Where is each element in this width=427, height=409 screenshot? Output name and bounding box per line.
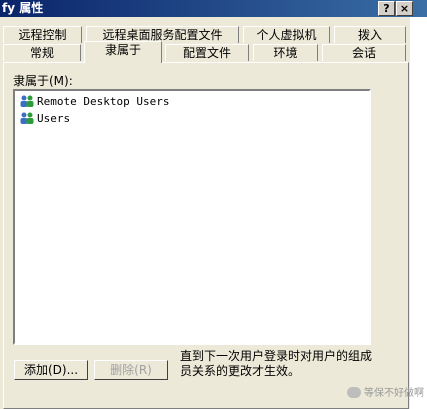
remove-button[interactable]: 删除(R): [94, 360, 168, 380]
membership-note: 直到下一次用户登录时对用户的组成员关系的更改才生效。: [180, 349, 373, 378]
member-of-label: 隶属于(M):: [13, 74, 73, 88]
help-button[interactable]: ?: [378, 1, 395, 16]
watermark: 等保不好做啊: [347, 384, 424, 399]
list-item[interactable]: Remote Desktop Users: [19, 94, 169, 110]
watermark-text: 等保不好做啊: [364, 388, 424, 399]
add-button[interactable]: 添加(D)...: [14, 360, 88, 380]
tab-remote-control[interactable]: 远程控制: [3, 26, 82, 43]
tab-personal-vm[interactable]: 个人虚拟机: [243, 26, 330, 43]
list-item[interactable]: Users: [19, 111, 70, 127]
tab-profile[interactable]: 配置文件: [165, 44, 249, 61]
properties-window: fy 属性 ? × 远程控制 远程桌面服务配置文件 个人虚拟机 拨入 常规 隶属…: [0, 0, 427, 409]
group-icon: [20, 112, 34, 124]
tab-member-of[interactable]: 隶属于: [84, 41, 162, 63]
tab-dial-in[interactable]: 拨入: [334, 26, 406, 43]
group-icon: [20, 95, 34, 107]
tab-general[interactable]: 常规: [3, 44, 81, 61]
background-strip: [410, 17, 427, 409]
wechat-icon: [347, 387, 361, 398]
group-name: Users: [37, 112, 71, 125]
window-title: fy 属性: [2, 1, 44, 15]
tab-sessions[interactable]: 会话: [322, 44, 406, 61]
group-name: Remote Desktop Users: [37, 95, 170, 108]
tab-environment[interactable]: 环境: [253, 44, 318, 61]
member-of-list[interactable]: Remote Desktop Users Users: [13, 89, 371, 345]
title-bar: fy 属性 ? ×: [0, 0, 427, 17]
close-button[interactable]: ×: [396, 1, 413, 16]
